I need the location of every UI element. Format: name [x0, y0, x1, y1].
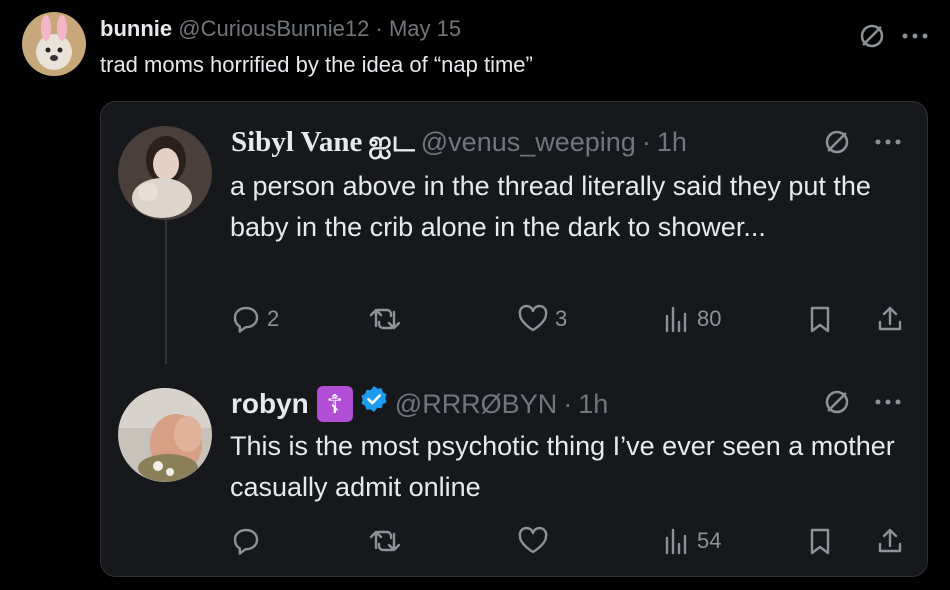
share-button[interactable]: [875, 304, 905, 334]
outer-display-name[interactable]: bunnie: [100, 16, 172, 41]
views-count: 54: [697, 528, 722, 553]
views-icon: [665, 306, 687, 333]
robyn-header: robyn ☦ @RRRØBYN · 1h: [231, 384, 608, 423]
sibyl-tweet-text: a person above in the thread literally s…: [230, 171, 871, 242]
slash-circle-icon[interactable]: [858, 22, 886, 55]
outer-separator: ·: [375, 16, 383, 41]
like-count: 3: [555, 306, 568, 331]
reply-count: 2: [267, 306, 280, 331]
sibyl-time[interactable]: 1h: [657, 124, 687, 160]
robyn-tweet-text: This is the most psychotic thing I’ve ev…: [230, 431, 895, 502]
reply-icon: [233, 306, 259, 333]
ellipsis-icon[interactable]: [873, 388, 903, 421]
heart-icon: [518, 304, 548, 332]
sibyl-separator: ·: [641, 127, 651, 157]
share-button[interactable]: [875, 526, 905, 556]
repost-button[interactable]: [369, 304, 407, 334]
bookmark-button[interactable]: [805, 526, 835, 556]
robyn-avatar[interactable]: [118, 388, 212, 482]
share-icon: [878, 306, 902, 331]
repost-icon: [369, 308, 401, 330]
reply-button[interactable]: [231, 526, 267, 556]
sibyl-handle[interactable]: @venus_weeping: [421, 124, 636, 160]
views-button[interactable]: 54: [661, 526, 721, 556]
outer-tweet-header: bunnie @CuriousBunnie12 · May 15: [100, 14, 461, 44]
outer-date[interactable]: May 15: [389, 16, 461, 41]
bookmark-icon: [810, 528, 830, 555]
bookmark-button[interactable]: [805, 304, 835, 334]
like-button[interactable]: 3: [517, 304, 567, 334]
repost-button[interactable]: [369, 526, 407, 556]
sibyl-name-suffix: ஐட: [368, 126, 415, 158]
repost-icon: [369, 530, 401, 552]
outer-handle[interactable]: @CuriousBunnie12: [178, 16, 369, 41]
sibyl-avatar[interactable]: [118, 126, 212, 220]
reply-icon: [233, 528, 259, 555]
robyn-time[interactable]: 1h: [578, 386, 608, 422]
robyn-display-name[interactable]: robyn: [231, 386, 309, 422]
verified-badge-icon[interactable]: [359, 384, 389, 423]
thread-connector-line: [165, 214, 167, 364]
views-icon: [665, 528, 687, 555]
slash-circle-icon[interactable]: [823, 388, 851, 421]
robyn-separator: ·: [563, 388, 573, 419]
ellipsis-icon[interactable]: [873, 128, 903, 161]
orthodox-cross-emoji: ☦: [316, 385, 353, 422]
outer-avatar[interactable]: [22, 12, 86, 76]
views-button[interactable]: 80: [661, 304, 721, 334]
slash-circle-icon[interactable]: [823, 128, 851, 161]
bookmark-icon: [810, 306, 830, 333]
sibyl-display-name[interactable]: Sibyl Vane: [231, 124, 362, 160]
views-count: 80: [697, 306, 722, 331]
robyn-handle[interactable]: @RRRØBYN: [395, 386, 557, 422]
ellipsis-icon[interactable]: [900, 22, 930, 55]
share-icon: [878, 528, 902, 553]
sibyl-header: Sibyl Vane ஐட @venus_weeping · 1h: [231, 124, 687, 160]
like-button[interactable]: [517, 526, 555, 556]
quoted-thread-card[interactable]: Sibyl Vane ஐட @venus_weeping · 1h a pers…: [100, 101, 928, 577]
heart-icon: [518, 526, 548, 554]
reply-button[interactable]: 2: [231, 304, 279, 334]
outer-tweet-text: trad moms horrified by the idea of “nap …: [100, 52, 533, 77]
